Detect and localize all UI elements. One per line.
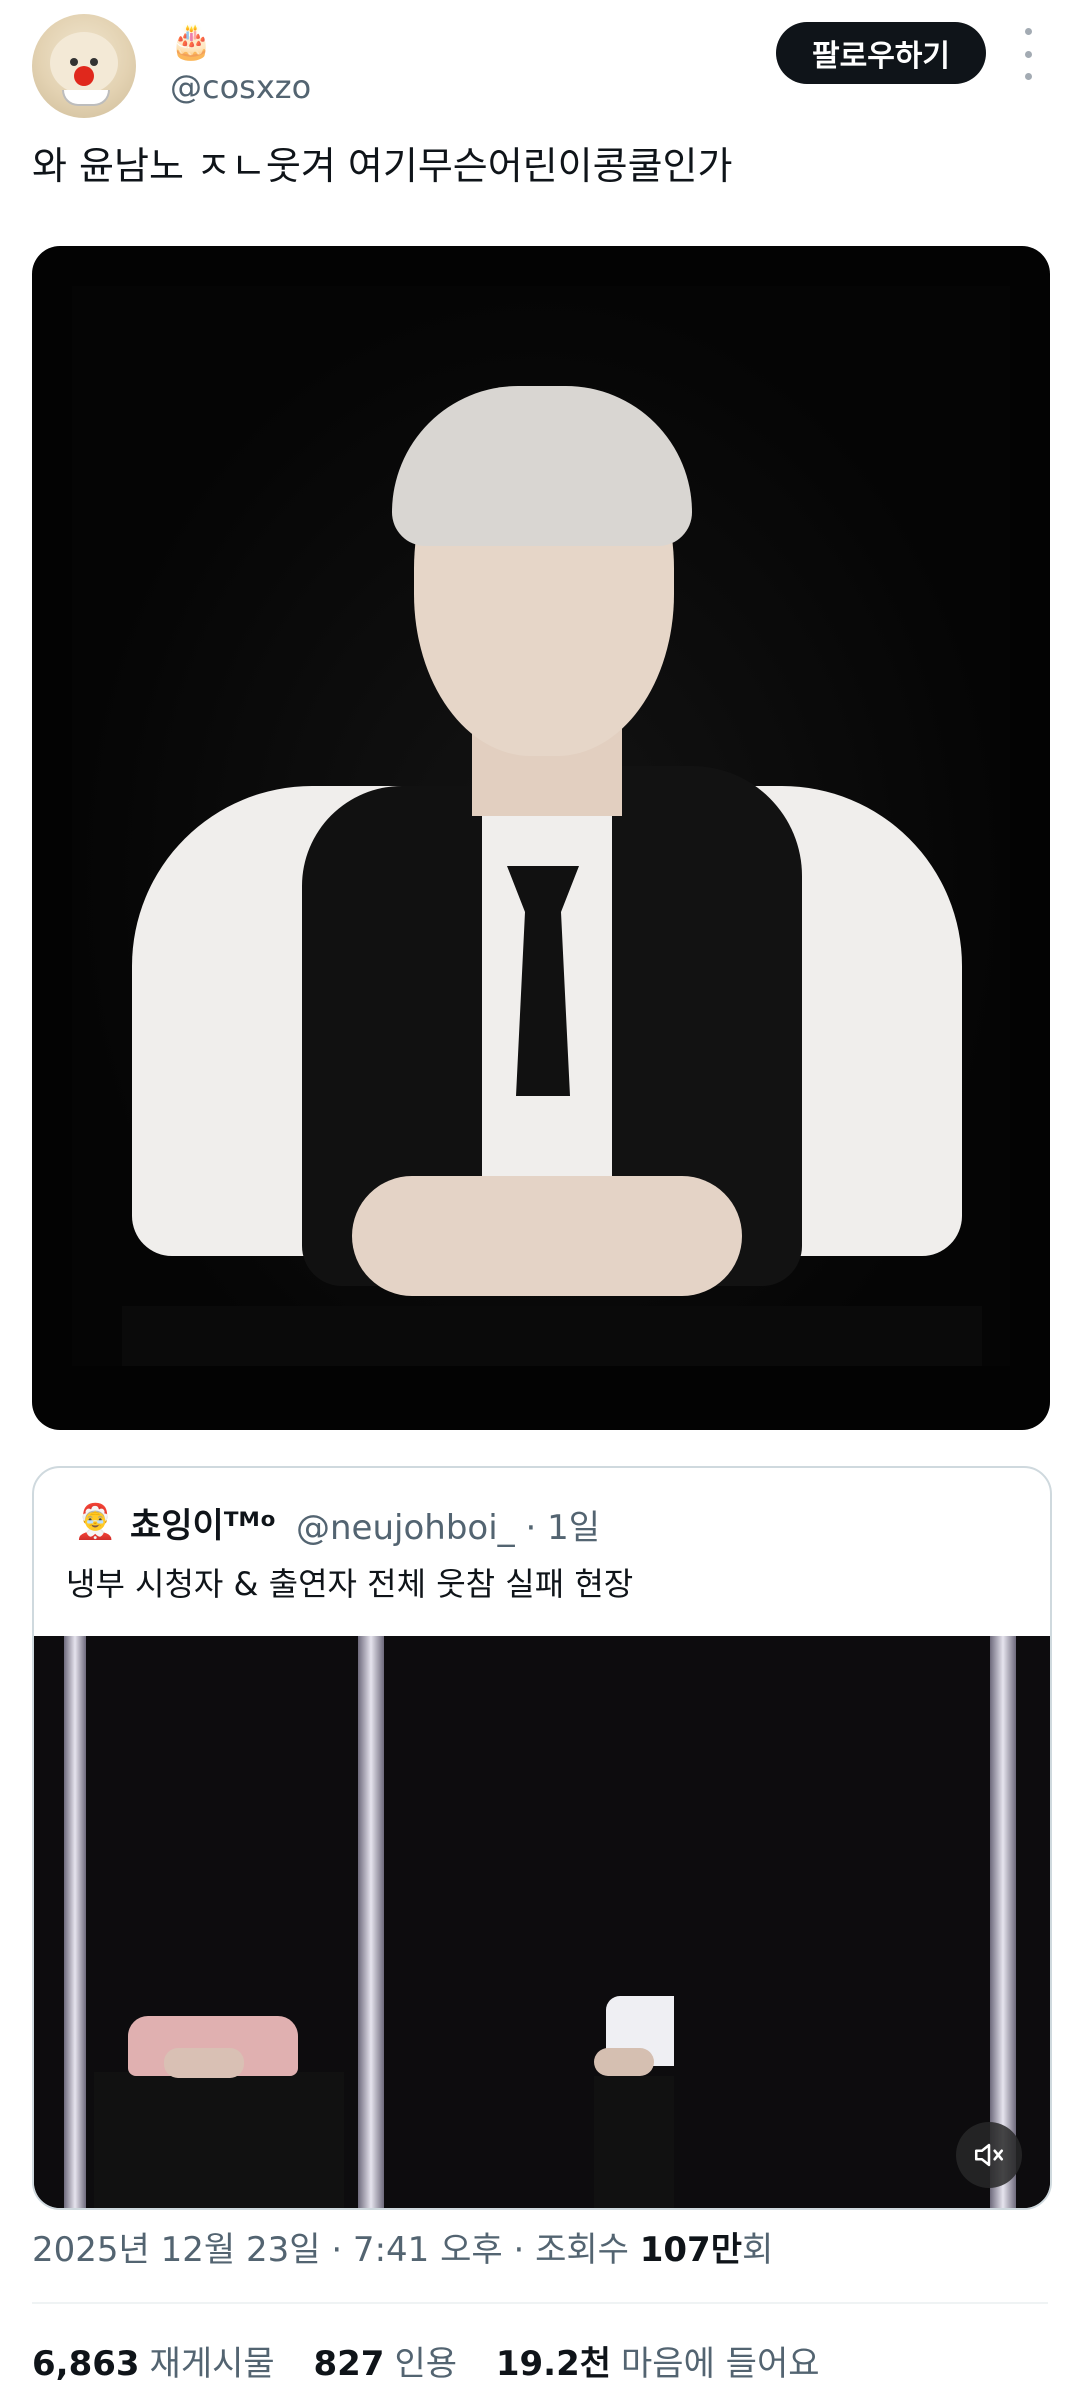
quote-video[interactable] [34, 1636, 1050, 2208]
tweet-text: 와 윤남노 ㅈㄴ웃겨 여기무슨어린이콩쿨인가 [32, 144, 733, 188]
image-desk [122, 1306, 982, 1366]
video-panel [34, 1636, 64, 2208]
likes-stat[interactable]: 19.2천 마음에 들어요 [496, 2344, 820, 2384]
avatar[interactable] [32, 14, 136, 118]
light-bar [64, 1636, 86, 2208]
video-panel [1016, 1636, 1050, 2208]
tweet-image[interactable] [32, 246, 1050, 1430]
avatar-mouth [62, 90, 110, 106]
speaker-muted-icon [974, 2143, 1004, 2167]
engagement-stats: 6,863 재게시물 827 인용 19.2천 마음에 들어요 [32, 2340, 820, 2388]
avatar-eye [90, 58, 98, 66]
view-count: 107만 [639, 2230, 742, 2270]
likes-label: 마음에 들어요 [621, 2344, 820, 2384]
reposts-count: 6,863 [32, 2344, 140, 2384]
author-handle[interactable]: @cosxzo [170, 68, 311, 106]
quote-text: 냉부 시청자 & 출연자 전체 웃참 실패 현장 [66, 1565, 634, 1603]
quote-avatar[interactable]: 🤶 [74, 1502, 116, 1542]
quote-handle-time: @neujohboi_ · 1일 [296, 1508, 600, 1548]
mute-button[interactable] [956, 2122, 1022, 2188]
light-bar [358, 1636, 384, 2208]
image-hands [352, 1176, 742, 1296]
quotes-stat[interactable]: 827 인용 [313, 2344, 457, 2384]
quoted-tweet-card[interactable]: 🤶 쵸잉이ᵀᴹᵒ @neujohboi_ · 1일 냉부 시청자 & 출연자 전… [32, 1466, 1052, 2210]
timestamp-views: 2025년 12월 23일 · 7:41 오후 · 조회수 107만회 [32, 2226, 773, 2274]
video-hands [164, 2048, 244, 2078]
cake-icon: 🎂 [170, 22, 213, 62]
video-panel [674, 1636, 990, 2208]
reposts-stat[interactable]: 6,863 재게시물 [32, 2344, 275, 2384]
quotes-count: 827 [313, 2344, 385, 2384]
quotes-label: 인용 [394, 2344, 458, 2384]
divider [32, 2302, 1048, 2304]
avatar-nose [74, 66, 94, 86]
likes-count: 19.2천 [495, 2344, 612, 2384]
follow-button[interactable]: 팔로우하기 [776, 22, 986, 84]
date-time[interactable]: 2025년 12월 23일 · 7:41 오후 · 조회수 [32, 2230, 640, 2270]
video-table [94, 2072, 344, 2208]
avatar-eye [70, 58, 78, 66]
more-vertical-icon[interactable] [1012, 28, 1044, 80]
view-suffix: 회 [742, 2230, 774, 2270]
video-hands [594, 2048, 654, 2076]
reposts-label: 재게시물 [149, 2344, 275, 2384]
quote-author-name[interactable]: 쵸잉이ᵀᴹᵒ [130, 1498, 276, 1547]
